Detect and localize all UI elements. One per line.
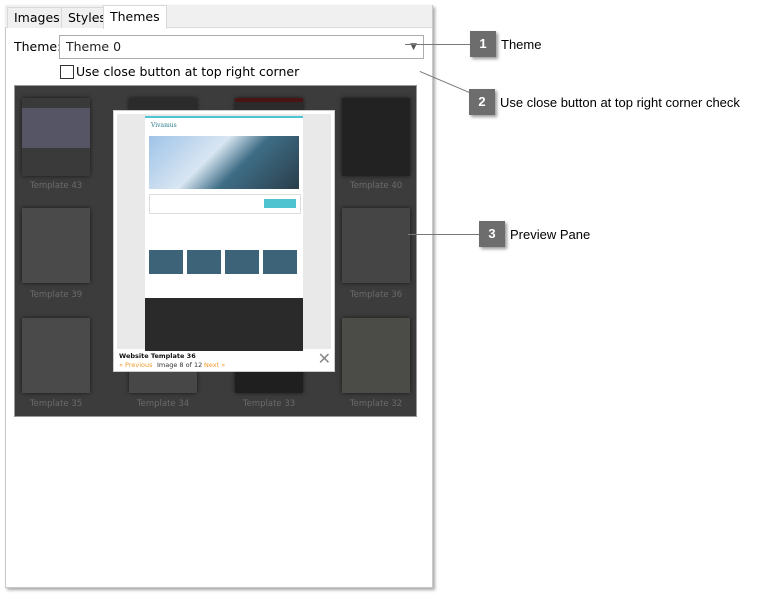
callout-line-3	[408, 234, 479, 235]
theme-select-value: Theme 0	[66, 39, 122, 54]
thumbnail-template-32[interactable]	[342, 318, 410, 393]
close-button-checkbox-label[interactable]: Use close button at top right corner	[76, 64, 299, 79]
previous-link[interactable]: « Previous	[119, 361, 153, 369]
callout-text-3: Preview Pane	[510, 227, 591, 242]
tab-bar: Images Styles Themes	[5, 5, 432, 29]
thumbnail-label: Template 40	[349, 181, 403, 191]
tab-images[interactable]: Images	[7, 7, 67, 28]
thumbnail-label: Template 35	[29, 399, 83, 409]
site-logo: Vivamus	[151, 122, 177, 129]
thumbnail-label: Template 36	[349, 290, 403, 300]
chevron-down-icon[interactable]: ▼	[410, 36, 417, 58]
next-link[interactable]: Next »	[204, 361, 225, 369]
thumbnail-template-40[interactable]	[342, 98, 410, 176]
thumbnail-template-35[interactable]	[22, 318, 90, 393]
thumbnail-label: Template 32	[349, 399, 403, 409]
tab-themes[interactable]: Themes	[103, 5, 167, 29]
callout-badge-2: 2	[469, 89, 495, 115]
popup-title: Website Template 36	[119, 352, 196, 360]
lightbox-popup: Vivamus Website Template 36 « Previous I…	[113, 110, 335, 372]
thumbnail-label: Template 34	[136, 399, 190, 409]
image-counter: Image 8 of 12	[157, 361, 203, 369]
theme-label: Theme:	[14, 39, 62, 54]
thumbnail-template-36[interactable]	[342, 208, 410, 283]
callout-badge-3: 3	[479, 221, 505, 247]
callout-text-1: Theme	[501, 37, 542, 52]
hero-image	[149, 136, 299, 189]
close-button-checkbox[interactable]	[60, 65, 74, 79]
callout-badge-1: 1	[470, 31, 496, 57]
preview-image: Vivamus	[117, 114, 331, 351]
thumbnail-label: Template 43	[29, 181, 83, 191]
close-icon[interactable]: ✕	[318, 351, 331, 367]
callout-line-1	[405, 44, 470, 45]
theme-select[interactable]: Theme 0 ▼	[59, 35, 424, 59]
thumbnail-template-39[interactable]	[22, 208, 90, 283]
footer-preview	[145, 298, 303, 351]
thumbnail-label: Template 33	[242, 399, 296, 409]
thumbnail-label: Template 39	[29, 290, 83, 300]
thumbnail-template-43[interactable]	[22, 98, 90, 176]
callout-text-2: Use close button at top right corner che…	[500, 95, 740, 110]
